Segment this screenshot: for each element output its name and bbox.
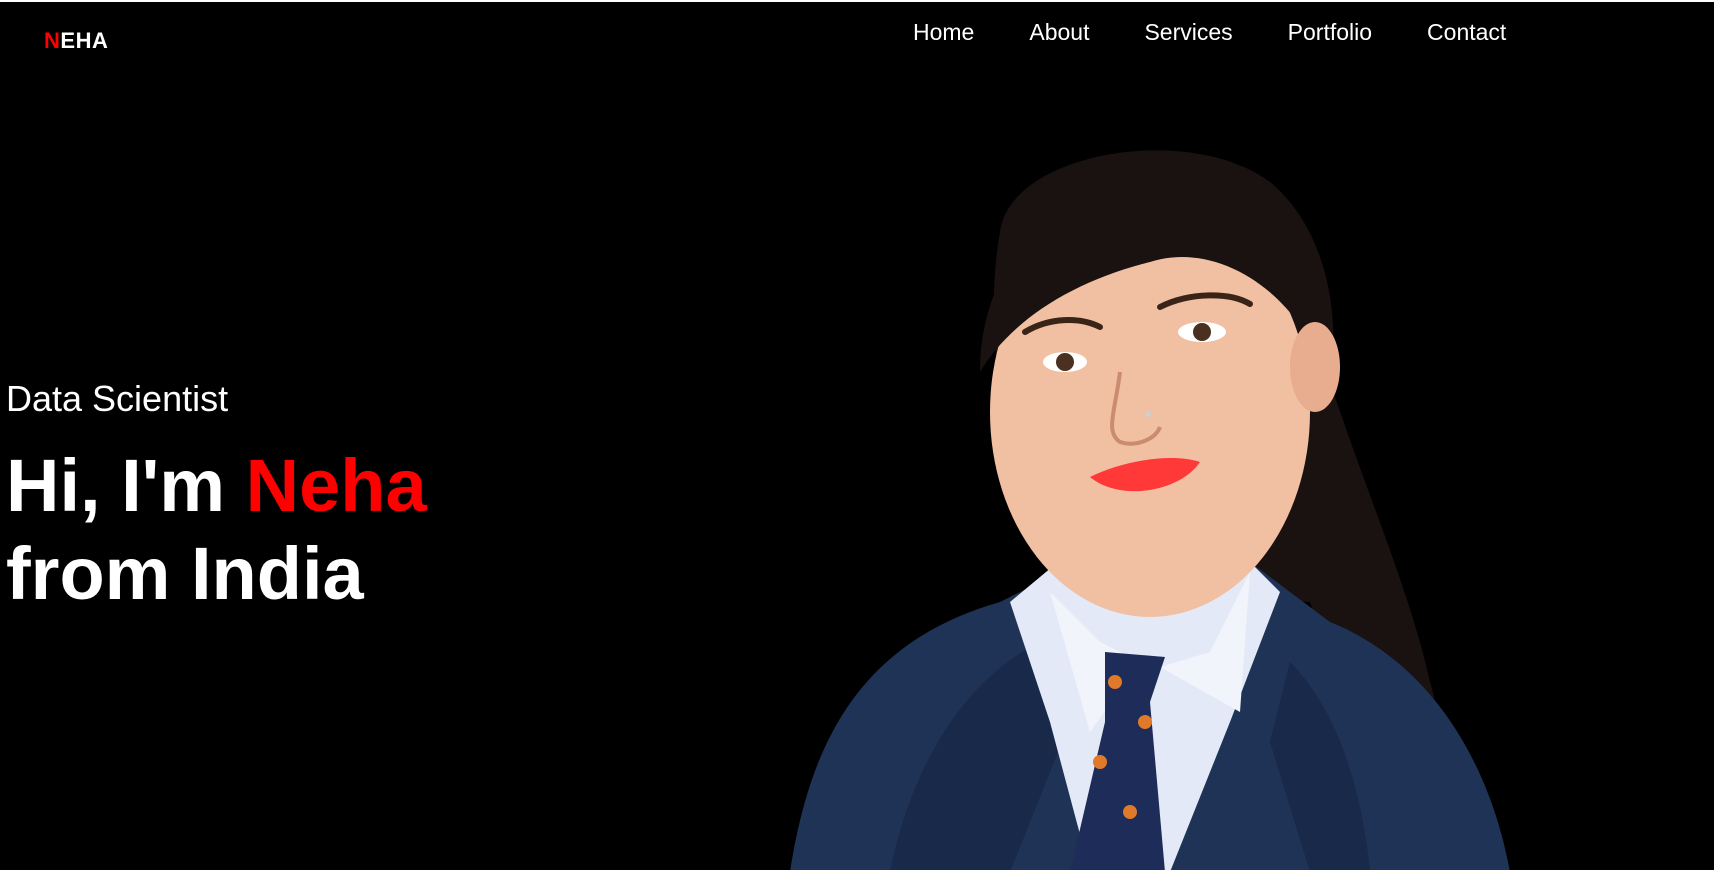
nav-portfolio[interactable]: Portfolio	[1288, 19, 1372, 46]
main-nav: Home About Services Portfolio Contact	[913, 19, 1561, 46]
nav-services[interactable]: Services	[1144, 19, 1232, 46]
hero-name: Neha	[245, 444, 427, 527]
hero-origin: from India	[6, 532, 364, 615]
hero-text: Data Scientist Hi, I'm Neha from India	[6, 378, 427, 618]
hero-subtitle: Data Scientist	[6, 378, 229, 419]
page: NEHA Home About Services Portfolio Conta…	[0, 2, 1714, 870]
hero-greeting: Hi, I'm	[6, 444, 246, 527]
nav-about[interactable]: About	[1029, 19, 1089, 46]
nav-contact[interactable]: Contact	[1427, 19, 1506, 46]
hero-headline: Hi, I'm Neha from India	[6, 442, 427, 618]
portrait-image	[790, 150, 1510, 870]
nav-home[interactable]: Home	[913, 19, 974, 46]
site-logo[interactable]: NEHA	[44, 28, 108, 54]
logo-text: EHA	[60, 28, 109, 53]
logo-initial: N	[44, 28, 61, 53]
